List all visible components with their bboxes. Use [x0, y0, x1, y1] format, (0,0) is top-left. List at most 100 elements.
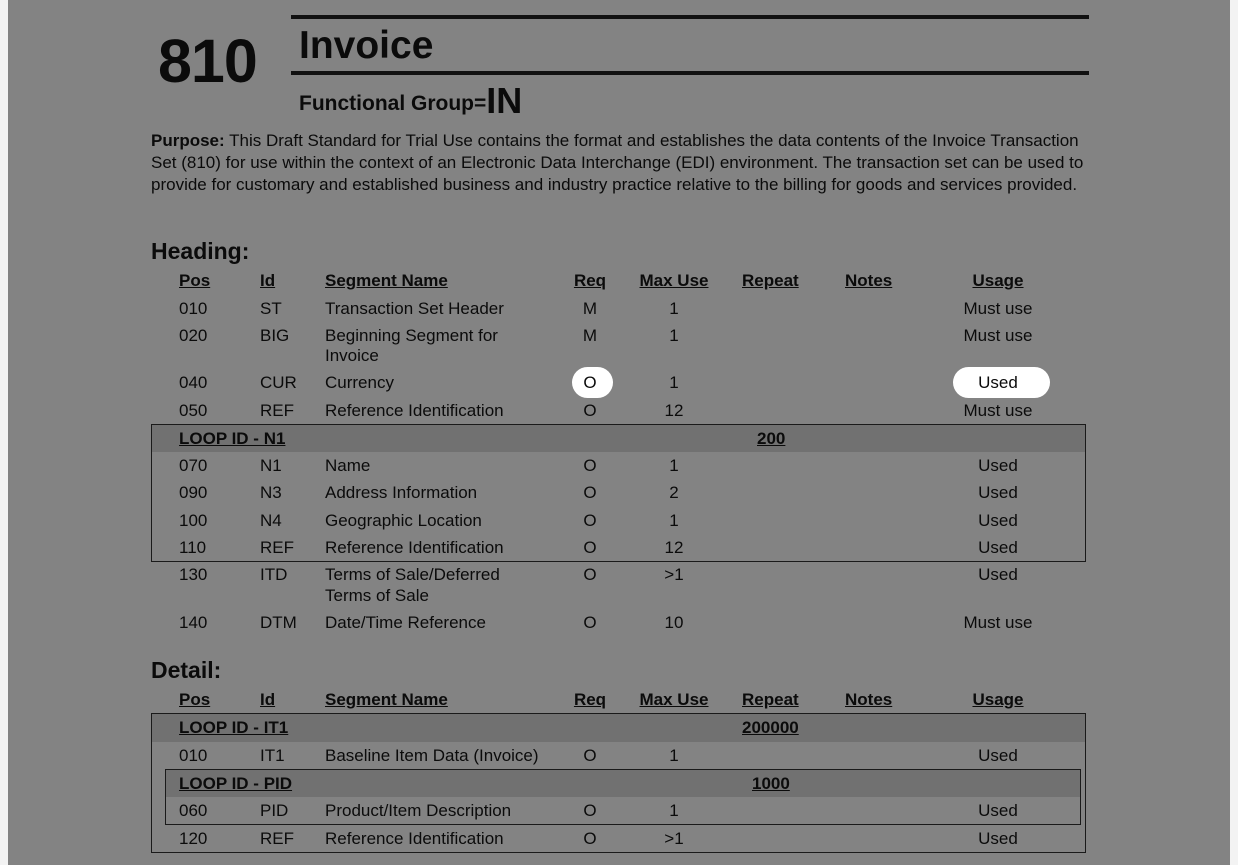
- col-header-segment-name: Segment Name: [325, 690, 448, 709]
- row-id: REF: [260, 538, 294, 557]
- row-max-use: 1: [669, 801, 679, 820]
- row-id: N1: [260, 456, 282, 475]
- row-req: O: [583, 456, 597, 475]
- row-id: ITD: [260, 565, 288, 584]
- document-page: 810 Invoice Functional Group=IN Purpose:…: [8, 0, 1230, 865]
- loop-label-n1: LOOP ID - N1: [179, 429, 286, 448]
- row-pos: 130: [179, 565, 208, 584]
- row-segment-name: Transaction Set Header: [325, 299, 504, 318]
- row-segment-name: Date/Time Reference: [325, 613, 486, 632]
- row-id: REF: [260, 829, 294, 848]
- row-pos: 010: [179, 299, 208, 318]
- row-segment-name: Address Information: [325, 483, 478, 502]
- title-top-rule: [291, 15, 1089, 19]
- row-pos: 120: [179, 829, 208, 848]
- loop-label-pid: LOOP ID - PID: [179, 774, 293, 793]
- col-header-max-use: Max Use: [639, 690, 709, 709]
- row-id: N3: [260, 483, 282, 502]
- row-id: PID: [260, 801, 289, 820]
- row-id: DTM: [260, 613, 297, 632]
- functional-group-label: Functional Group=: [299, 92, 487, 115]
- row-usage: Used: [978, 801, 1018, 820]
- row-max-use: 1: [669, 299, 679, 318]
- row-segment-name: Reference Identification: [325, 829, 504, 848]
- row-req: O: [583, 829, 597, 848]
- col-header-pos: Pos: [179, 690, 211, 709]
- col-header-id: Id: [260, 271, 276, 290]
- row-usage: Used: [978, 511, 1018, 530]
- row-max-use: 12: [664, 401, 684, 420]
- transaction-set-number: 810: [158, 27, 258, 95]
- row-max-use: 12: [664, 538, 684, 557]
- col-header-notes: Notes: [845, 271, 893, 290]
- row-segment-name: Geographic Location: [325, 511, 482, 530]
- row-segment-name-cont: Terms of Sale: [325, 586, 429, 605]
- col-header-usage: Usage: [972, 690, 1024, 709]
- row-id: N4: [260, 511, 282, 530]
- purpose-text: This Draft Standard for Trial Use contai…: [151, 131, 1084, 194]
- row-pos: 100: [179, 511, 208, 530]
- row-segment-name: Reference Identification: [325, 401, 504, 420]
- row-req: O: [583, 746, 597, 765]
- row-max-use: 1: [669, 326, 679, 345]
- row-req: O: [583, 565, 597, 584]
- row-pos: 050: [179, 401, 208, 420]
- heading-section-title: Heading:: [151, 238, 250, 264]
- row-usage: Used: [978, 373, 1018, 392]
- col-header-pos: Pos: [179, 271, 211, 290]
- row-req: O: [583, 401, 597, 420]
- row-usage: Used: [978, 565, 1018, 584]
- row-pos: 060: [179, 801, 208, 820]
- row-req: M: [582, 326, 598, 345]
- row-max-use: 2: [669, 483, 679, 502]
- row-usage: Must use: [963, 401, 1033, 420]
- row-usage: Must use: [963, 613, 1033, 632]
- row-id: BIG: [260, 326, 290, 345]
- row-req: O: [583, 483, 597, 502]
- row-usage: Used: [978, 456, 1018, 475]
- purpose-label: Purpose:: [151, 131, 225, 150]
- row-usage: Used: [978, 829, 1018, 848]
- row-pos: 140: [179, 613, 208, 632]
- row-req: O: [583, 373, 597, 392]
- functional-group: Functional Group=IN: [299, 80, 522, 122]
- row-pos: 010: [179, 746, 208, 765]
- row-pos: 040: [179, 373, 208, 392]
- row-req: O: [583, 801, 597, 820]
- row-max-use: 1: [669, 746, 679, 765]
- col-header-req: Req: [573, 690, 607, 709]
- row-req: O: [583, 613, 597, 632]
- col-header-req: Req: [573, 271, 607, 290]
- row-segment-name-cont: Invoice: [325, 346, 379, 365]
- row-pos: 110: [179, 538, 207, 557]
- loop-box-pid: [165, 769, 1081, 825]
- col-header-max-use: Max Use: [639, 271, 709, 290]
- purpose-paragraph: Purpose: This Draft Standard for Trial U…: [151, 130, 1096, 196]
- row-usage: Must use: [963, 299, 1033, 318]
- row-id: ST: [260, 299, 282, 318]
- row-max-use: 10: [664, 613, 684, 632]
- row-max-use: 1: [669, 511, 679, 530]
- row-usage: Used: [978, 538, 1018, 557]
- row-id: IT1: [260, 746, 285, 765]
- row-max-use: 1: [669, 373, 679, 392]
- row-req: O: [583, 511, 597, 530]
- loop-repeat-pid: 1000: [752, 774, 790, 793]
- row-usage: Used: [978, 483, 1018, 502]
- row-max-use: 1: [669, 456, 679, 475]
- row-segment-name: Baseline Item Data (Invoice): [325, 746, 539, 765]
- row-id: CUR: [260, 373, 297, 392]
- col-header-segment-name: Segment Name: [325, 271, 448, 290]
- row-segment-name: Reference Identification: [325, 538, 504, 557]
- col-header-repeat: Repeat: [742, 271, 799, 290]
- row-req: M: [582, 299, 598, 318]
- col-header-notes: Notes: [845, 690, 893, 709]
- functional-group-value: IN: [486, 80, 523, 121]
- row-max-use: >1: [664, 565, 684, 584]
- row-segment-name: Product/Item Description: [325, 801, 512, 820]
- col-header-usage: Usage: [972, 271, 1024, 290]
- title-bottom-rule: [291, 71, 1089, 75]
- row-usage: Used: [978, 746, 1018, 765]
- row-req: O: [583, 538, 597, 557]
- row-pos: 070: [179, 456, 208, 475]
